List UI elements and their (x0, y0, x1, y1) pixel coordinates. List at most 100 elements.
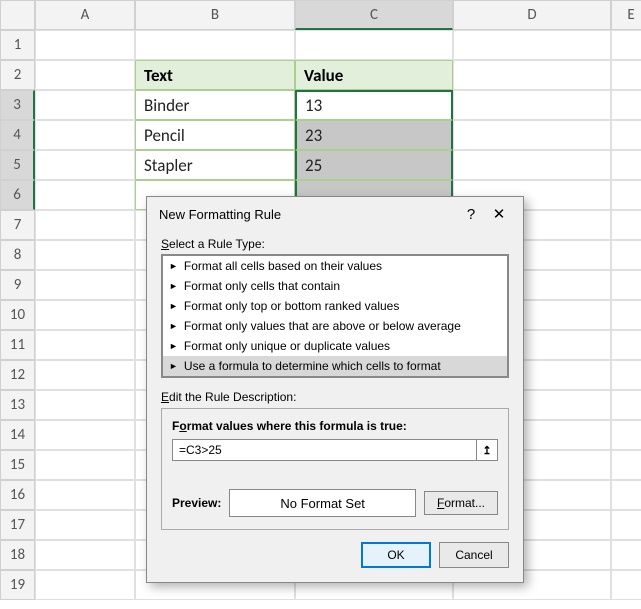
table-cell-text[interactable]: Pencil (135, 120, 295, 150)
col-header-b[interactable]: B (135, 0, 295, 30)
cell[interactable] (611, 210, 641, 240)
cell[interactable] (611, 420, 641, 450)
cell[interactable] (611, 150, 641, 180)
dialog-titlebar[interactable]: New Formatting Rule ? ✕ (147, 197, 523, 229)
cell[interactable] (135, 30, 295, 60)
cell[interactable] (611, 450, 641, 480)
cell[interactable] (35, 480, 135, 510)
cell[interactable] (35, 210, 135, 240)
cell[interactable] (611, 300, 641, 330)
row-header[interactable]: 12 (0, 360, 35, 390)
row-header[interactable]: 15 (0, 450, 35, 480)
cell[interactable] (453, 90, 611, 120)
row-header[interactable]: 6 (0, 180, 35, 210)
row-header[interactable]: 8 (0, 240, 35, 270)
cell[interactable] (295, 30, 453, 60)
ok-button[interactable]: OK (361, 542, 431, 568)
col-header-c[interactable]: C (295, 0, 453, 30)
cell[interactable] (35, 150, 135, 180)
row-header[interactable]: 10 (0, 300, 35, 330)
row-header[interactable]: 19 (0, 570, 35, 600)
col-header-a[interactable]: A (35, 0, 135, 30)
cell[interactable] (611, 540, 641, 570)
cell[interactable] (611, 30, 641, 60)
cell[interactable] (35, 180, 135, 210)
row-header[interactable]: 14 (0, 420, 35, 450)
cell[interactable] (611, 120, 641, 150)
cell[interactable] (611, 270, 641, 300)
row-header[interactable]: 4 (0, 120, 35, 150)
table-header-text[interactable]: Text (135, 60, 295, 90)
table-cell-value[interactable]: 23 (295, 120, 453, 150)
rule-type-item-selected[interactable]: ►Use a formula to determine which cells … (163, 356, 507, 376)
row-header[interactable]: 9 (0, 270, 35, 300)
cell[interactable] (35, 420, 135, 450)
range-selector-icon[interactable]: ↥ (476, 439, 498, 461)
cell[interactable] (35, 90, 135, 120)
select-rule-type-label: Select a Rule Type: (161, 237, 509, 251)
row-header[interactable]: 3 (0, 90, 35, 120)
cell[interactable] (453, 30, 611, 60)
cell[interactable] (453, 120, 611, 150)
cell[interactable] (35, 30, 135, 60)
cell[interactable] (35, 360, 135, 390)
cell[interactable] (611, 360, 641, 390)
cell[interactable] (35, 120, 135, 150)
preview-box: No Format Set (229, 489, 416, 517)
row-header[interactable]: 13 (0, 390, 35, 420)
cell[interactable] (611, 180, 641, 210)
rule-type-label: Format only top or bottom ranked values (184, 299, 399, 313)
row-header[interactable]: 11 (0, 330, 35, 360)
select-all-corner[interactable] (0, 0, 35, 30)
table-cell-value[interactable]: 25 (295, 150, 453, 180)
close-icon[interactable]: ✕ (485, 205, 513, 223)
cell[interactable] (35, 450, 135, 480)
cell[interactable] (35, 240, 135, 270)
rule-type-item[interactable]: ►Format only top or bottom ranked values (163, 296, 507, 316)
rule-type-list[interactable]: ►Format all cells based on their values … (161, 254, 509, 378)
cell[interactable] (35, 330, 135, 360)
table-cell-value[interactable]: 13 (295, 90, 453, 120)
table-cell-text[interactable]: Binder (135, 90, 295, 120)
row-header[interactable]: 1 (0, 30, 35, 60)
arrow-icon: ► (169, 361, 178, 371)
row-header[interactable]: 17 (0, 510, 35, 540)
cell[interactable] (35, 300, 135, 330)
cell[interactable] (35, 60, 135, 90)
table-header-value[interactable]: Value (295, 60, 453, 90)
preview-label: Preview: (172, 496, 221, 510)
cell[interactable] (35, 390, 135, 420)
help-icon[interactable]: ? (457, 206, 485, 223)
cell[interactable] (35, 510, 135, 540)
row-header[interactable]: 7 (0, 210, 35, 240)
cell[interactable] (35, 570, 135, 600)
table-cell-text[interactable]: Stapler (135, 150, 295, 180)
col-header-e[interactable]: E (611, 0, 641, 30)
row-header[interactable]: 16 (0, 480, 35, 510)
cell[interactable] (611, 570, 641, 600)
cell[interactable] (35, 540, 135, 570)
cell[interactable] (453, 150, 611, 180)
cell[interactable] (611, 510, 641, 540)
rule-type-label: Format only values that are above or bel… (184, 319, 461, 333)
cell[interactable] (611, 330, 641, 360)
cell[interactable] (611, 240, 641, 270)
cell[interactable] (611, 60, 641, 90)
format-button[interactable]: Format... (424, 491, 498, 515)
new-formatting-rule-dialog: New Formatting Rule ? ✕ Select a Rule Ty… (146, 196, 524, 583)
row-header[interactable]: 18 (0, 540, 35, 570)
cell[interactable] (35, 270, 135, 300)
rule-type-item[interactable]: ►Format all cells based on their values (163, 256, 507, 276)
row-header[interactable]: 2 (0, 60, 35, 90)
cell[interactable] (611, 480, 641, 510)
rule-type-item[interactable]: ►Format only values that are above or be… (163, 316, 507, 336)
formula-input[interactable] (172, 439, 477, 461)
cell[interactable] (611, 90, 641, 120)
cell[interactable] (611, 390, 641, 420)
row-header[interactable]: 5 (0, 150, 35, 180)
rule-type-item[interactable]: ►Format only unique or duplicate values (163, 336, 507, 356)
cell[interactable] (453, 60, 611, 90)
col-header-d[interactable]: D (453, 0, 611, 30)
cancel-button[interactable]: Cancel (439, 542, 509, 568)
rule-type-item[interactable]: ►Format only cells that contain (163, 276, 507, 296)
